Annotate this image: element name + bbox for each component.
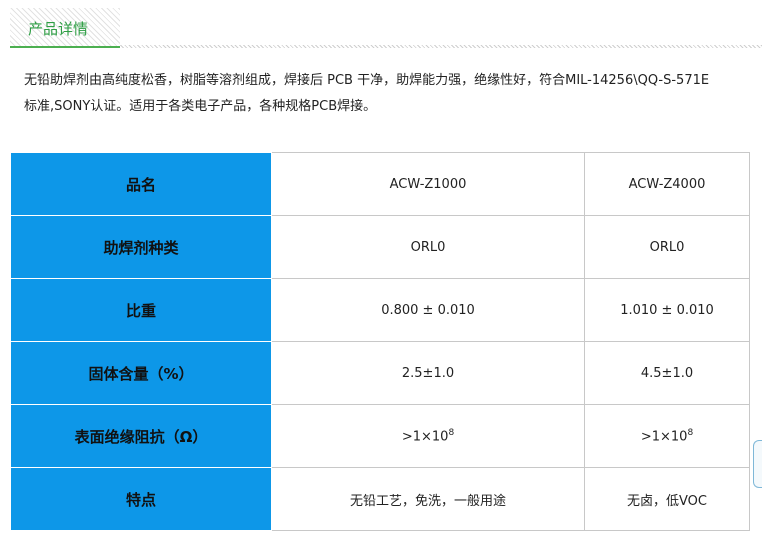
table-row: 比重 0.800 ± 0.010 1.010 ± 0.010 [10,278,750,342]
cell-value-base: >1×10 [401,429,449,445]
table-cell: ACW-Z4000 [584,152,750,216]
row-label-specific-gravity: 比重 [10,278,272,342]
cell-value-exponent: 8 [687,427,694,438]
table-row: 固体含量（%） 2.5±1.0 4.5±1.0 [10,341,750,405]
description-line-1: 无铅助焊剂由高纯度松香，树脂等溶剂组成，焊接后 PCB 干净，助焊能力强，绝缘性… [24,73,710,88]
spec-table: 品名 ACW-Z1000 ACW-Z4000 助焊剂种类 ORL0 ORL0 比… [10,152,750,531]
cell-value-base: >1×10 [640,429,688,445]
header-divider [120,45,762,48]
table-cell: 1.010 ± 0.010 [584,278,750,342]
table-cell: >1×108 [584,404,750,468]
row-label-name: 品名 [10,152,272,216]
description-line-2: 标准,SONY认证。适用于各类电子产品，各种规格PCB焊接。 [24,99,377,114]
table-cell: 无铅工艺，免洗，一般用途 [271,467,585,531]
product-description: 无铅助焊剂由高纯度松香，树脂等溶剂组成，焊接后 PCB 干净，助焊能力强，绝缘性… [24,68,754,120]
table-row: 助焊剂种类 ORL0 ORL0 [10,215,750,279]
table-row: 特点 无铅工艺，免洗，一般用途 无卤，低VOC [10,467,750,531]
row-label-features: 特点 [10,467,272,531]
table-cell: 2.5±1.0 [271,341,585,405]
section-title: 产品详情 [28,20,89,38]
table-cell: ORL0 [271,215,585,279]
table-row: 品名 ACW-Z1000 ACW-Z4000 [10,152,750,216]
table-cell: 无卤，低VOC [584,467,750,531]
row-label-flux-type: 助焊剂种类 [10,215,272,279]
row-label-surface-insulation: 表面绝缘阻抗（Ω） [10,404,272,468]
section-tab: 产品详情 [10,8,120,48]
table-cell: 4.5±1.0 [584,341,750,405]
cell-value-exponent: 8 [448,427,455,438]
table-row: 表面绝缘阻抗（Ω） >1×108 >1×108 [10,404,750,468]
table-cell: ORL0 [584,215,750,279]
table-cell: ACW-Z1000 [271,152,585,216]
table-cell: 0.800 ± 0.010 [271,278,585,342]
row-label-solid-content: 固体含量（%） [10,341,272,405]
table-cell: >1×108 [271,404,585,468]
section-header: 产品详情 [10,8,762,48]
floating-side-tab[interactable] [753,440,762,488]
